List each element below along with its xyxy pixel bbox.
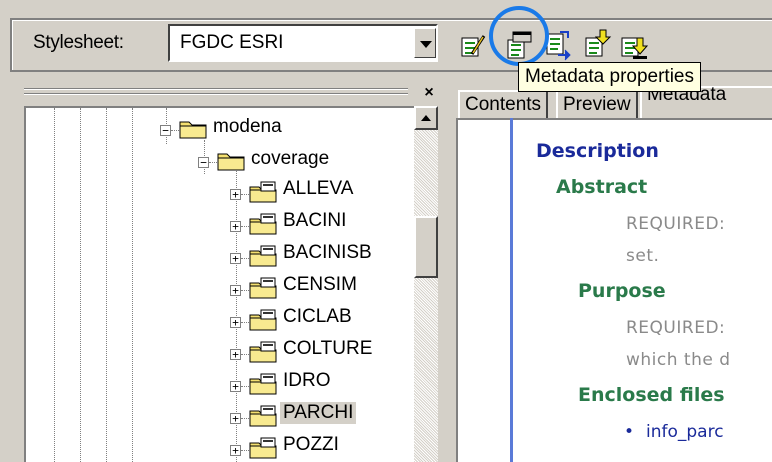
tooltip: Metadata properties (518, 62, 701, 92)
coverage-folder-icon (249, 245, 277, 267)
stylesheet-label: Stylesheet: (33, 32, 124, 53)
scrollbar-thumb[interactable] (414, 216, 438, 278)
collapse-icon[interactable]: − (198, 157, 209, 168)
coverage-folder-icon (249, 341, 277, 363)
scroll-up-icon[interactable] (414, 106, 438, 130)
expand-icon[interactable]: + (230, 221, 241, 232)
section-enclosed-files: Enclosed files (578, 384, 725, 406)
bullet: • (624, 422, 635, 442)
tree-guide-line (54, 108, 55, 462)
expand-icon[interactable]: + (230, 349, 241, 360)
coverage-folder-icon (249, 309, 277, 331)
tree-node-label: PARCHI (280, 402, 357, 424)
close-icon[interactable]: × (421, 85, 437, 101)
tree-node-label: POZZI (283, 434, 339, 455)
coverage-folder-icon (249, 277, 277, 299)
update-metadata-button[interactable] (618, 28, 652, 62)
coverage-folder-icon (249, 405, 277, 427)
coverage-folder-icon (249, 181, 277, 203)
tree-node-label: coverage (251, 148, 330, 169)
tree-node-label: ALLEVA (283, 178, 354, 199)
edit-metadata-button[interactable] (456, 28, 490, 62)
tree-guide-line (106, 108, 107, 462)
tree-node-label: CICLAB (283, 306, 352, 327)
coverage-folder-icon (249, 373, 277, 395)
tree-node-label: modena (213, 116, 282, 137)
abstract-text: REQUIRED: (626, 214, 726, 234)
edit-metadata-icon (461, 35, 486, 57)
panel-grip[interactable] (24, 93, 408, 95)
section-description: Description (536, 140, 659, 162)
folder-icon (179, 121, 207, 139)
stylesheet-value: FGDC ESRI (180, 32, 284, 53)
tree-node-label: BACINI (283, 210, 347, 231)
purpose-text: which the d (626, 350, 731, 370)
expand-icon[interactable]: + (230, 445, 241, 456)
section-purpose: Purpose (578, 280, 666, 302)
section-abstract: Abstract (556, 176, 648, 198)
tree-scrollbar[interactable] (414, 106, 438, 462)
coverage-folder-icon (249, 437, 277, 459)
update-metadata-icon (621, 37, 649, 59)
tree-panel-header: × (10, 82, 442, 104)
expand-icon[interactable]: + (230, 413, 241, 424)
expand-icon[interactable]: + (230, 317, 241, 328)
tree-node-label: IDRO (283, 370, 331, 391)
purpose-text: REQUIRED: (626, 318, 726, 338)
coverage-folder-icon (249, 213, 277, 235)
panel-grip[interactable] (24, 88, 408, 90)
expand-icon[interactable]: + (230, 253, 241, 264)
folder-icon (217, 153, 245, 171)
expand-icon[interactable]: + (230, 189, 241, 200)
collapse-icon[interactable]: − (160, 125, 171, 136)
tree-node-label: BACINISB (283, 242, 372, 263)
export-metadata-icon (585, 29, 612, 57)
highlight-circle (489, 6, 549, 66)
tree-guide-line (80, 108, 81, 462)
tree-guide-line (132, 108, 133, 462)
tab-contents[interactable]: Contents (458, 90, 549, 118)
expand-icon[interactable]: + (230, 285, 241, 296)
expand-icon[interactable]: + (230, 381, 241, 392)
tree-node-label: CENSIM (283, 274, 357, 295)
enclosed-file-link[interactable]: info_parc (646, 422, 724, 442)
metadata-pane: Contents Preview Metadata Description Ab… (452, 82, 772, 462)
tab-preview[interactable]: Preview (556, 90, 638, 118)
content-rule (510, 118, 513, 462)
export-metadata-button[interactable] (580, 28, 614, 62)
tree-node-label: COLTURE (283, 338, 373, 359)
abstract-text: set. (626, 246, 660, 266)
catalog-tree-panel: × − modena − coverage + ALLEVA + BACINI … (10, 82, 442, 462)
stylesheet-select[interactable]: FGDC ESRI (168, 24, 438, 62)
catalog-tree: − modena − coverage + ALLEVA + BACINI + BACIN… (24, 106, 414, 462)
chevron-down-icon[interactable] (414, 28, 436, 58)
